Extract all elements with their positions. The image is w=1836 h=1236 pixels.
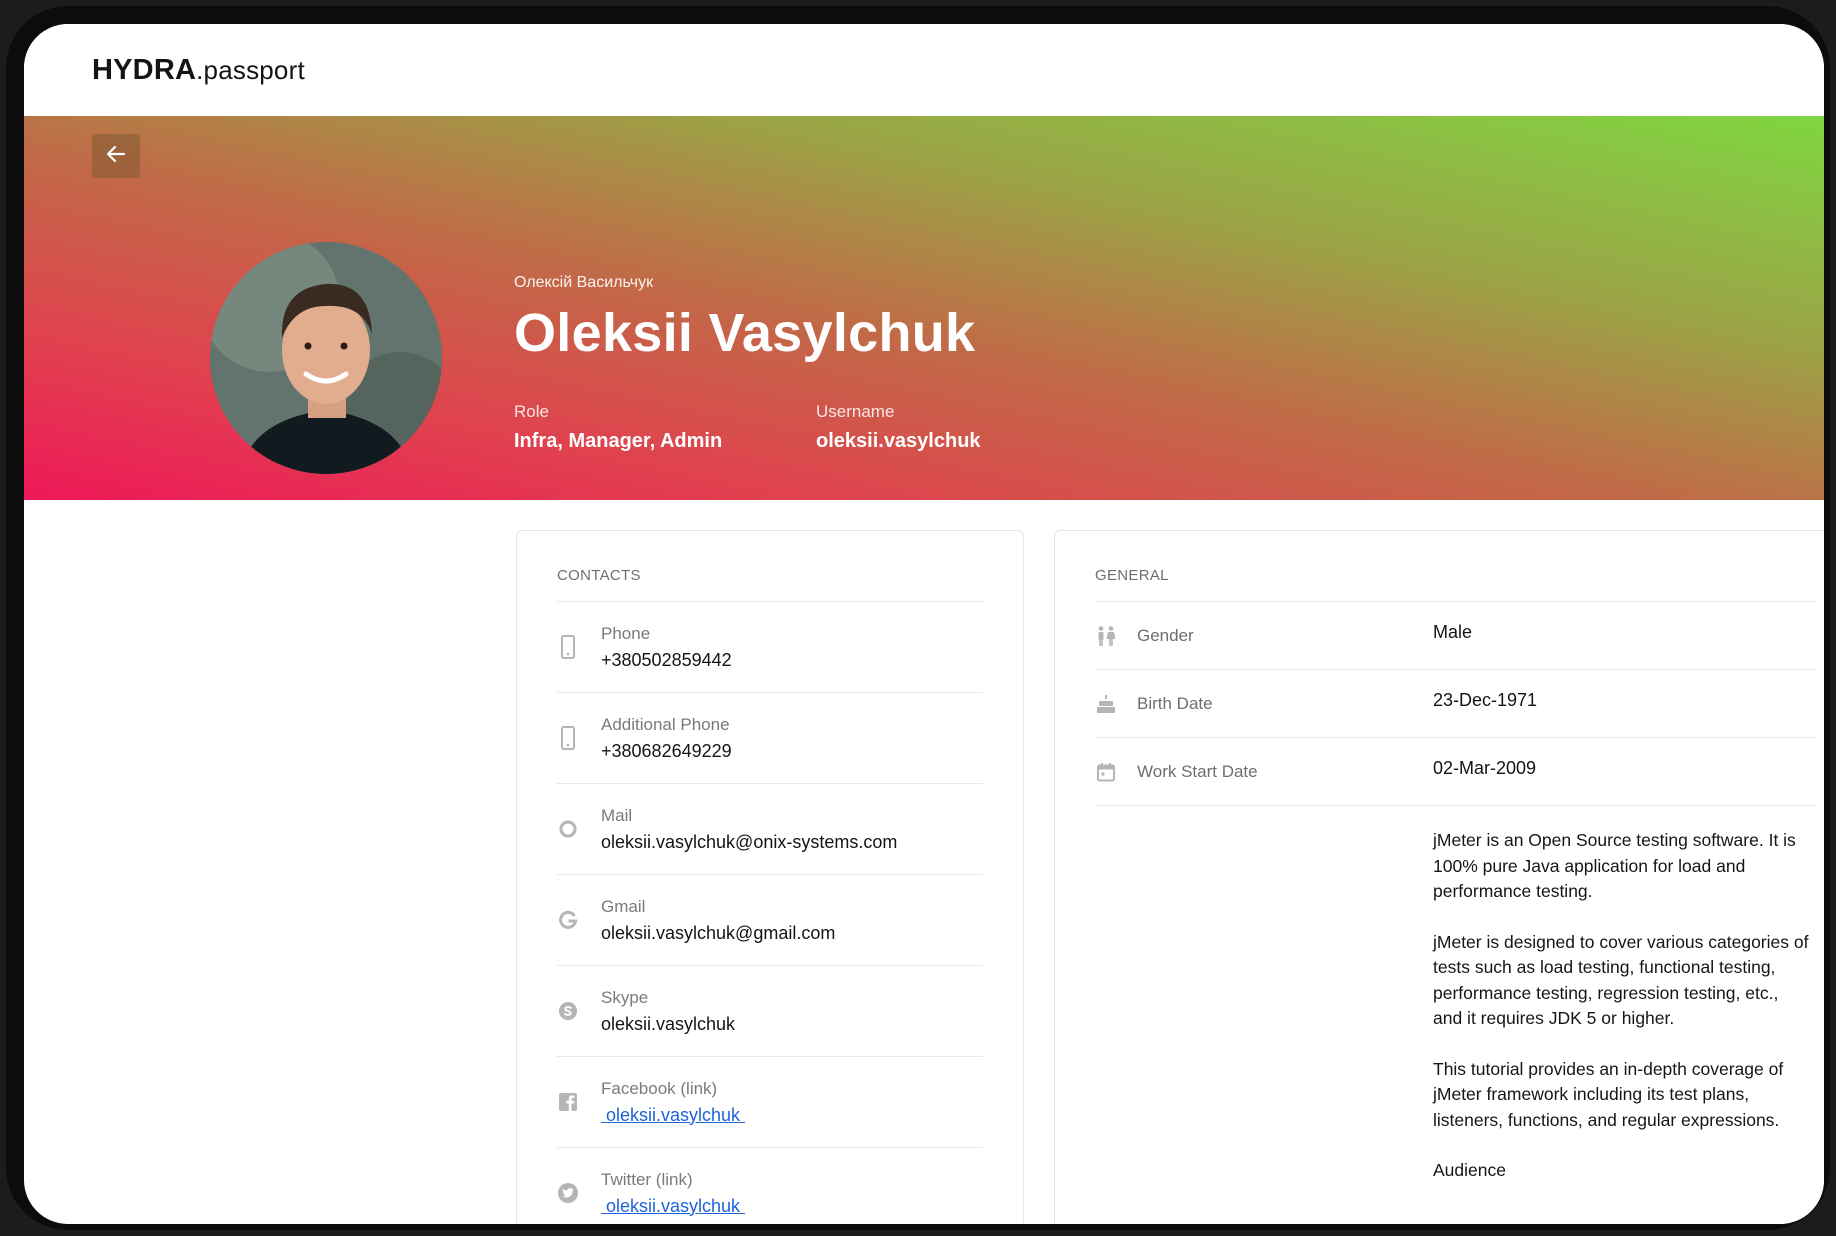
facebook-link[interactable]: oleksii.vasylchuk bbox=[601, 1105, 745, 1126]
gender-value: Male bbox=[1433, 622, 1473, 642]
username-label: Username bbox=[816, 402, 895, 421]
back-button[interactable] bbox=[92, 134, 140, 178]
general-item-gender: Gender Male bbox=[1095, 601, 1817, 669]
username-value: oleksii.vasylchuk bbox=[816, 430, 981, 452]
gender-icon bbox=[1095, 625, 1117, 647]
general-card: GENERAL Gender Male Birth Date 23-Dec-19… bbox=[1054, 530, 1824, 1224]
arrow-left-icon bbox=[105, 143, 127, 170]
contact-item-additional-phone: Additional Phone +380682649229 bbox=[557, 692, 983, 783]
contact-item-phone: Phone +380502859442 bbox=[557, 601, 983, 692]
role-block: Role Infra, Manager, Admin bbox=[514, 402, 816, 453]
profile-info: Олексій Васильчук Oleksii Vasylchuk Role… bbox=[514, 274, 1118, 453]
calendar-icon bbox=[1095, 761, 1117, 783]
general-item-birth-date: Birth Date 23-Dec-1971 bbox=[1095, 669, 1817, 737]
phone-icon bbox=[557, 635, 579, 659]
avatar bbox=[210, 242, 442, 474]
google-icon bbox=[557, 909, 579, 931]
profile-hero: Олексій Васильчук Oleksii Vasylchuk Role… bbox=[24, 116, 1824, 500]
contact-item-mail: Mail oleksii.vasylchuk@onix-systems.com bbox=[557, 783, 983, 874]
native-name: Олексій Васильчук bbox=[514, 274, 654, 291]
contacts-card: CONTACTS Phone +380502859442 Additional … bbox=[516, 530, 1024, 1224]
username-block: Username oleksii.vasylchuk bbox=[816, 402, 1118, 453]
work-start-date-value: 02-Mar-2009 bbox=[1433, 758, 1537, 778]
profile-name: Oleksii Vasylchuk bbox=[514, 303, 976, 363]
general-item-work-start-date: Work Start Date 02-Mar-2009 bbox=[1095, 737, 1817, 805]
contact-item-facebook: Facebook (link) oleksii.vasylchuk bbox=[557, 1056, 983, 1147]
facebook-icon bbox=[557, 1091, 579, 1113]
phone-icon bbox=[557, 726, 579, 750]
top-bar: HYDRA.passport bbox=[24, 24, 1824, 116]
profile-meta: Role Infra, Manager, Admin Username olek… bbox=[514, 402, 1118, 453]
twitter-icon bbox=[557, 1182, 579, 1204]
device-frame: HYDRA.passport Олексій Васильчук Oleksii… bbox=[6, 6, 1830, 1230]
general-title: GENERAL bbox=[1095, 567, 1169, 584]
contact-item-gmail: Gmail oleksii.vasylchuk@gmail.com bbox=[557, 874, 983, 965]
profile-description: jMeter is an Open Source testing softwar… bbox=[1433, 830, 1809, 1180]
contacts-title: CONTACTS bbox=[557, 567, 641, 584]
role-value: Infra, Manager, Admin bbox=[514, 430, 723, 452]
skype-icon bbox=[557, 1000, 579, 1022]
role-label: Role bbox=[514, 402, 549, 421]
screen: HYDRA.passport Олексій Васильчук Oleksii… bbox=[24, 24, 1824, 1224]
birth-date-value: 23-Dec-1971 bbox=[1433, 690, 1538, 710]
contact-item-skype: Skype oleksii.vasylchuk bbox=[557, 965, 983, 1056]
twitter-link[interactable]: oleksii.vasylchuk bbox=[601, 1196, 745, 1217]
cake-icon bbox=[1095, 693, 1117, 715]
mail-icon bbox=[557, 818, 579, 840]
app-logo[interactable]: HYDRA.passport bbox=[92, 54, 305, 87]
contact-item-twitter: Twitter (link) oleksii.vasylchuk bbox=[557, 1147, 983, 1224]
